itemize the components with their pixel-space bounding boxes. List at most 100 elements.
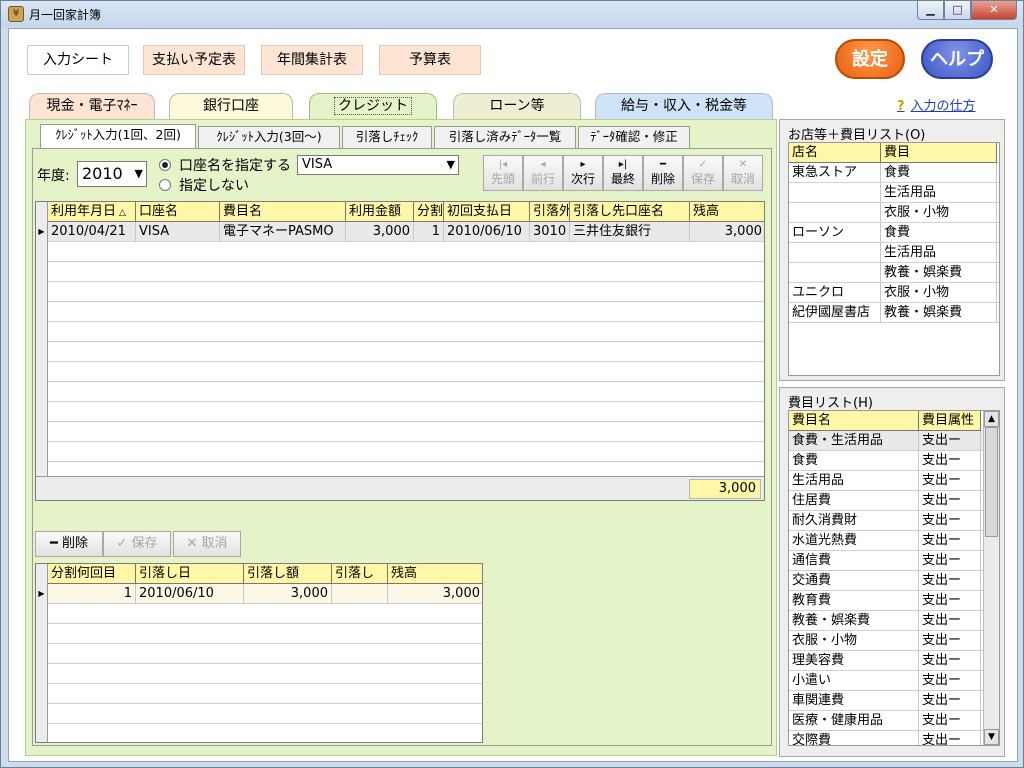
col-balance[interactable]: 残高: [690, 202, 764, 222]
empty-row[interactable]: [36, 684, 482, 704]
col-debit-flag[interactable]: 引落し: [332, 564, 388, 584]
account-select[interactable]: VISA ▼: [297, 155, 459, 175]
credit-usage-grid[interactable]: 利用年月日 △ 口座名 費目名 利用金額 分割 初回支払日 引落外 引落し先口座名…: [35, 201, 765, 501]
cancel-record-button[interactable]: ✕ 取消: [723, 155, 763, 191]
list-item[interactable]: 食費・生活用品 支出ー: [789, 431, 999, 451]
radio-no-account[interactable]: [159, 179, 171, 191]
subtab-credit-1-2[interactable]: ｸﾚｼﾞｯﾄ入力(1回、2回): [40, 124, 196, 148]
item-list-grid[interactable]: 費目名 費目属性 食費・生活用品 支出ー 食費 支出ー 生活用品 支出ー 住居費 支出ー 耐久消…: [788, 410, 1000, 746]
list-item[interactable]: 東急ストア 食費: [789, 163, 999, 183]
list-item[interactable]: 交際費 支出ー: [789, 731, 999, 745]
close-button[interactable]: ✕: [971, 1, 1017, 20]
store-list-grid[interactable]: 店名 費目 東急ストア 食費 生活用品 衣服・小物 ローソン 食費 生活用品 教養・娯楽費 ユニ…: [788, 142, 1000, 376]
col-code[interactable]: 引落外: [530, 202, 570, 222]
save-split-button[interactable]: ✓ 保存: [103, 531, 171, 557]
list-item[interactable]: 交通費 支出ー: [789, 571, 999, 591]
tab-loan[interactable]: ローン等: [453, 93, 581, 119]
how-to-input-link[interactable]: ? 入力の仕方: [897, 95, 976, 114]
help-button[interactable]: ヘルプ: [921, 39, 993, 79]
tab-credit[interactable]: クレジット: [309, 93, 437, 119]
list-item[interactable]: 小遣い 支出ー: [789, 671, 999, 691]
col-split[interactable]: 分割: [414, 202, 444, 222]
list-item[interactable]: 衣服・小物 支出ー: [789, 631, 999, 651]
list-item[interactable]: 食費 支出ー: [789, 451, 999, 471]
subtab-debit-check[interactable]: 引落しﾁｪｯｸ: [342, 126, 432, 148]
empty-row[interactable]: [36, 724, 482, 742]
list-item[interactable]: ローソン 食費: [789, 223, 999, 243]
delete-record-button[interactable]: ━ 削除: [643, 155, 683, 191]
prev-record-button[interactable]: ◂ 前行: [523, 155, 563, 191]
col-item[interactable]: 費目名: [220, 202, 346, 222]
empty-row[interactable]: [36, 704, 482, 724]
empty-row[interactable]: [36, 402, 764, 422]
col-item-name[interactable]: 費目名: [789, 411, 919, 431]
list-item[interactable]: 生活用品: [789, 183, 999, 203]
empty-row[interactable]: [36, 644, 482, 664]
scroll-thumb[interactable]: [985, 427, 998, 537]
empty-row[interactable]: [36, 664, 482, 684]
empty-row[interactable]: [36, 604, 482, 624]
maximize-button[interactable]: □: [944, 1, 971, 20]
list-item[interactable]: 医療・健康用品 支出ー: [789, 711, 999, 731]
list-item[interactable]: 教育費 支出ー: [789, 591, 999, 611]
subtab-credit-3plus[interactable]: ｸﾚｼﾞｯﾄ入力(3回～): [198, 126, 340, 148]
list-item[interactable]: 住居費 支出ー: [789, 491, 999, 511]
annual-summary-button[interactable]: 年間集計表: [261, 45, 363, 75]
tab-cash[interactable]: 現金・電子ﾏﾈｰ: [29, 93, 155, 119]
scroll-down-icon[interactable]: ▼: [984, 729, 999, 745]
list-item[interactable]: 耐久消費財 支出ー: [789, 511, 999, 531]
delete-split-button[interactable]: ━ 削除: [35, 531, 103, 557]
subtab-debited-list[interactable]: 引落し済みﾃﾞｰﾀ一覧: [434, 126, 576, 148]
empty-row[interactable]: [36, 382, 764, 402]
budget-button[interactable]: 予算表: [379, 45, 481, 75]
empty-row[interactable]: [36, 422, 764, 442]
year-select[interactable]: 2010 ▼: [77, 161, 147, 187]
col-debit-amount[interactable]: 引落し額: [244, 564, 332, 584]
list-item[interactable]: 通信費 支出ー: [789, 551, 999, 571]
col-usage-date[interactable]: 利用年月日 △: [48, 202, 136, 222]
cancel-split-button[interactable]: ✕ 取消: [173, 531, 241, 557]
col-store[interactable]: 店名: [789, 143, 881, 163]
col-split-balance[interactable]: 残高: [388, 564, 482, 584]
empty-row[interactable]: [36, 262, 764, 282]
settings-button[interactable]: 設定: [835, 39, 905, 79]
list-item[interactable]: 教養・娯楽費 支出ー: [789, 611, 999, 631]
empty-row[interactable]: [36, 322, 764, 342]
table-row[interactable]: ▶ 1 2010/06/10 3,000 3,000: [36, 584, 482, 604]
subtab-data-check[interactable]: ﾃﾞｰﾀ確認・修正: [578, 126, 690, 148]
col-amount[interactable]: 利用金額: [346, 202, 414, 222]
split-grid[interactable]: 分割何回目 引落し日 引落し額 引落し 残高 ▶ 1 2010/06/10 3,…: [35, 563, 483, 743]
item-list-scrollbar[interactable]: ▲ ▼: [983, 411, 999, 745]
list-item[interactable]: 水道光熱費 支出ー: [789, 531, 999, 551]
input-sheet-button[interactable]: 入力シート: [27, 45, 129, 75]
list-item[interactable]: 理美容費 支出ー: [789, 651, 999, 671]
empty-row[interactable]: [36, 362, 764, 382]
scroll-up-icon[interactable]: ▲: [984, 411, 999, 427]
empty-row[interactable]: [36, 624, 482, 644]
list-item[interactable]: ユニクロ 衣服・小物: [789, 283, 999, 303]
list-item[interactable]: 車関連費 支出ー: [789, 691, 999, 711]
col-bank[interactable]: 引落し先口座名: [570, 202, 690, 222]
last-record-button[interactable]: ▸| 最終: [603, 155, 643, 191]
col-split-no[interactable]: 分割何回目: [48, 564, 136, 584]
radio-specify-account[interactable]: [159, 159, 171, 171]
empty-row[interactable]: [36, 282, 764, 302]
first-record-button[interactable]: |◂ 先頭: [483, 155, 523, 191]
table-row[interactable]: ▶ 2010/04/21 VISA 電子マネーPASMO 3,000 1 201…: [36, 222, 764, 242]
col-first-pay[interactable]: 初回支払日: [444, 202, 530, 222]
payment-schedule-button[interactable]: 支払い予定表: [143, 45, 245, 75]
list-item[interactable]: 教養・娯楽費: [789, 263, 999, 283]
col-store-item[interactable]: 費目: [881, 143, 997, 163]
col-debit-date[interactable]: 引落し日: [136, 564, 244, 584]
col-item-attr[interactable]: 費目属性: [919, 411, 981, 431]
next-record-button[interactable]: ▸ 次行: [563, 155, 603, 191]
col-account[interactable]: 口座名: [136, 202, 220, 222]
list-item[interactable]: 衣服・小物: [789, 203, 999, 223]
save-record-button[interactable]: ✓ 保存: [683, 155, 723, 191]
minimize-button[interactable]: ▁: [917, 1, 944, 20]
list-item[interactable]: 紀伊國屋書店 教養・娯楽費: [789, 303, 999, 323]
list-item[interactable]: 生活用品 支出ー: [789, 471, 999, 491]
tab-bank[interactable]: 銀行口座: [169, 93, 293, 119]
empty-row[interactable]: [36, 342, 764, 362]
empty-row[interactable]: [36, 302, 764, 322]
